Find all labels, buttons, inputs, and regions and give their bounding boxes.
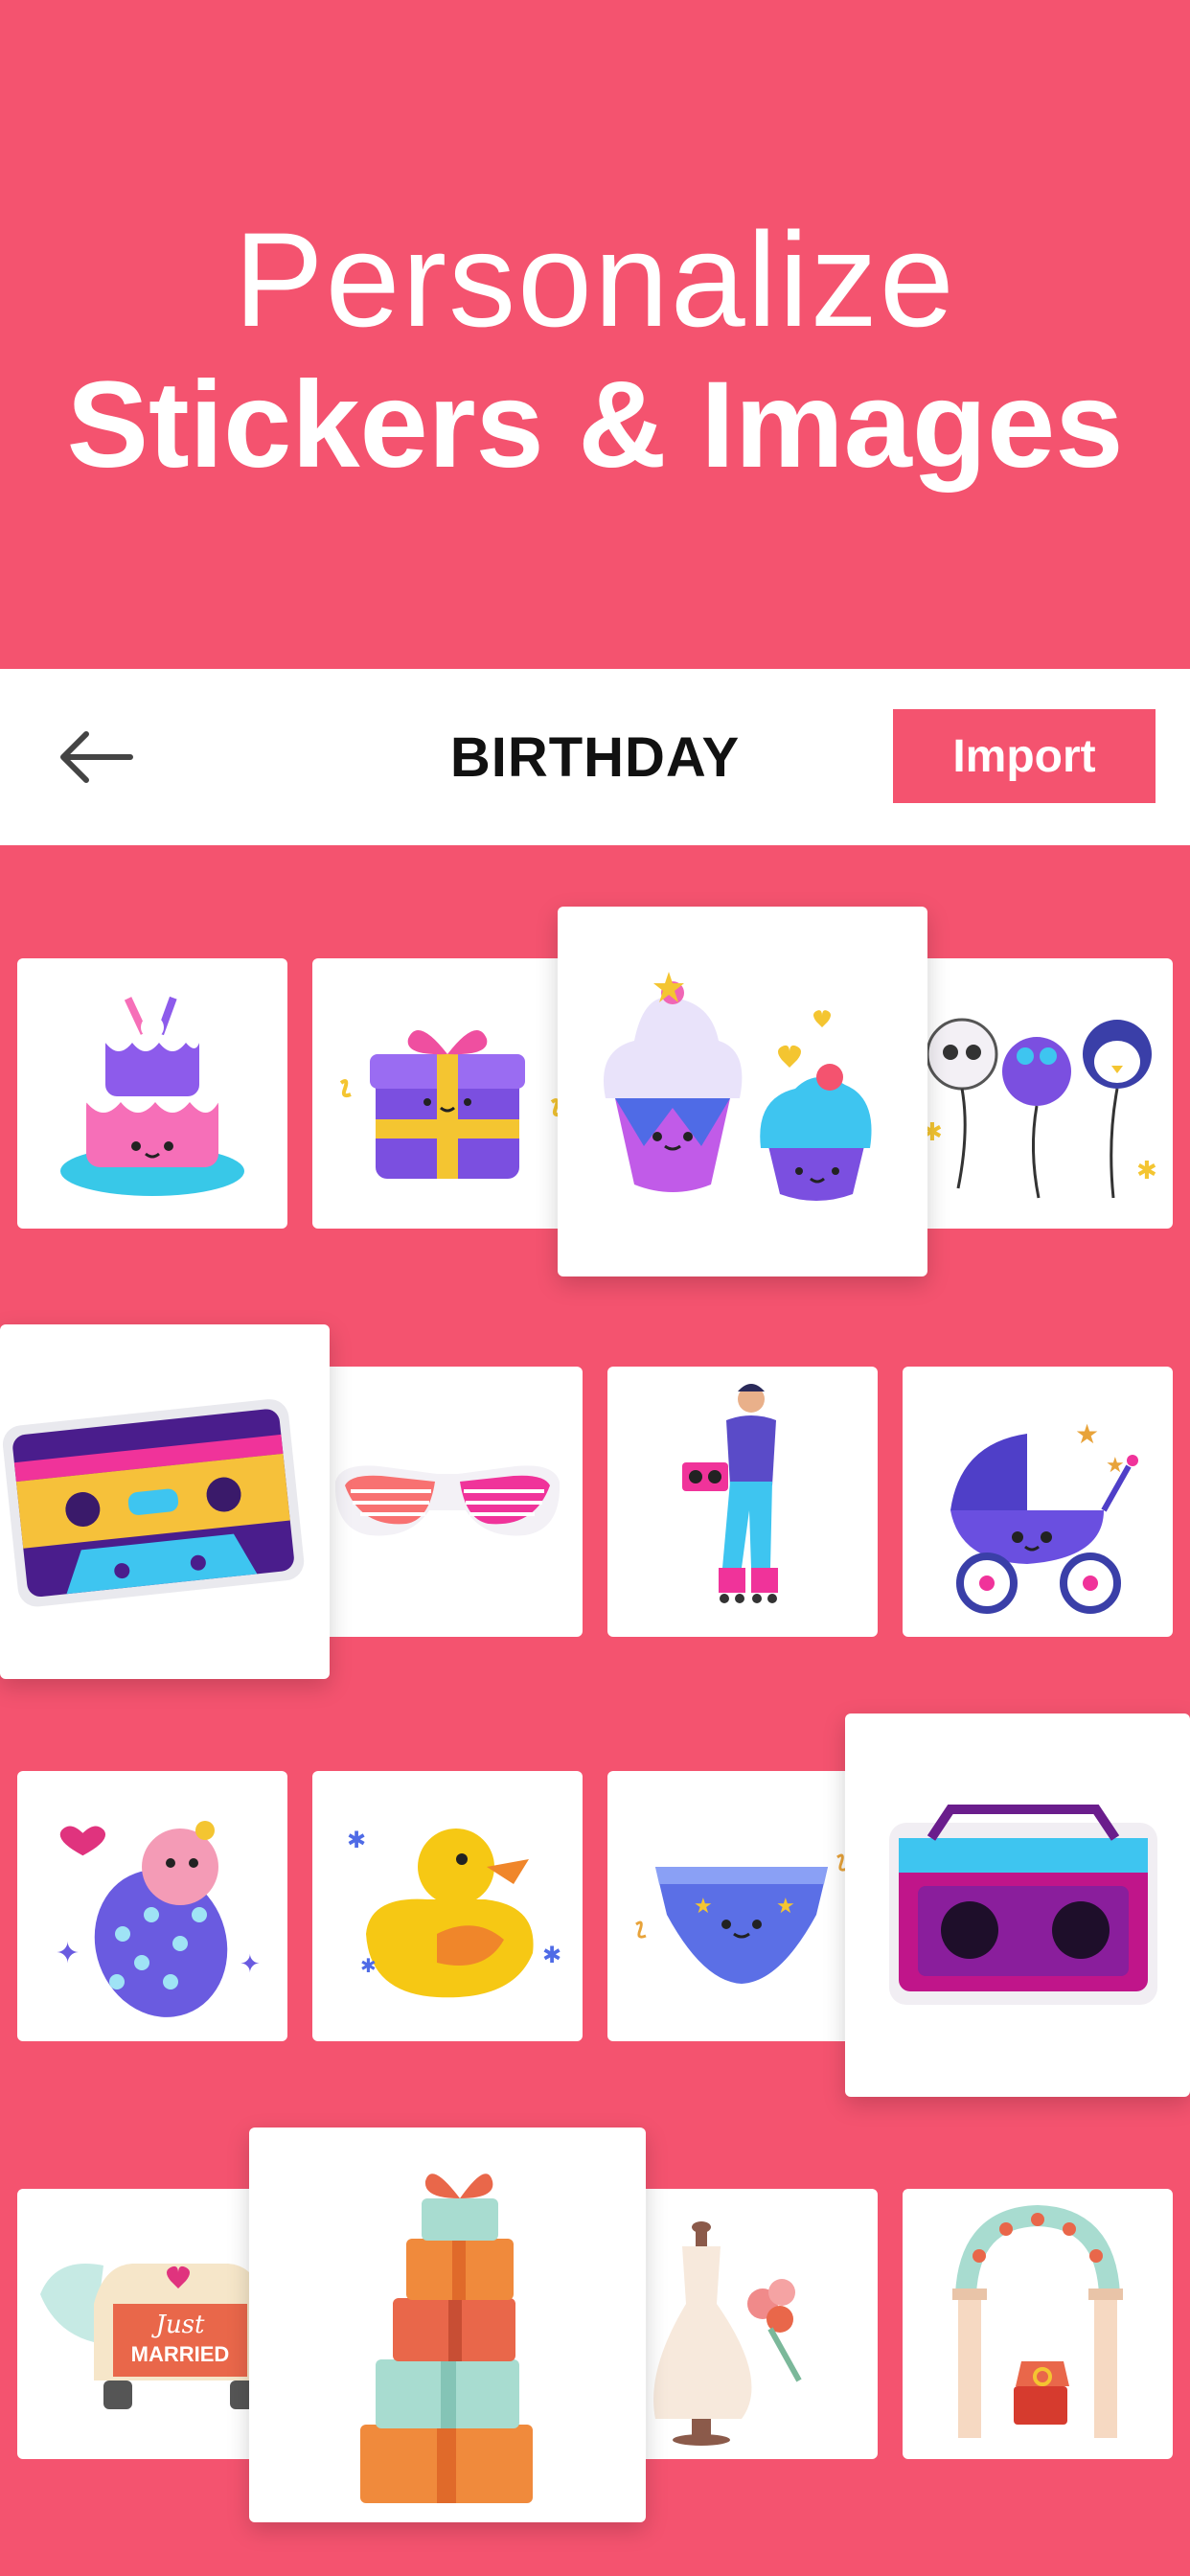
svg-text:★: ★ [1106,1454,1125,1478]
svg-text:✦: ✦ [240,1950,261,1979]
sticker-card-balloons[interactable]: ✱ ✱ [903,958,1173,1229]
sticker-card-skater[interactable] [607,1367,878,1637]
sticker-card-car[interactable]: Just MARRIED [17,2189,287,2459]
sticker-card-stroller[interactable]: ★ ★ [903,1367,1173,1637]
sticker-card-cassette[interactable] [0,1324,330,1679]
sticker-card-dress[interactable] [636,2189,878,2459]
presents-sticker-icon [360,2174,533,2503]
svg-text:★: ★ [776,1895,795,1919]
arrow-left-icon [60,731,133,783]
back-button[interactable] [56,719,136,795]
cupcake-sticker-icon [604,972,872,1201]
sticker-card-gift[interactable] [312,958,583,1229]
cake-sticker-icon [60,996,244,1196]
sticker-card-diaper[interactable]: ★ ★ [607,1771,878,2041]
baby-sticker-icon: ✦ ✦ [56,1821,261,2017]
sticker-card-cake[interactable] [17,958,287,1229]
boombox-sticker-icon [889,1805,1157,2005]
glasses-sticker-icon [334,1465,561,1536]
sticker-card-baby[interactable]: ✦ ✦ [17,1771,287,2041]
gift-sticker-icon [339,1030,562,1179]
duck-sticker-icon: ✱ ✱ ✱ [347,1827,561,1998]
dress-sticker-icon [653,2221,802,2446]
sticker-card-arch[interactable] [903,2189,1173,2459]
svg-text:✦: ✦ [56,1937,80,1970]
balloons-sticker-icon: ✱ ✱ [922,1018,1157,1199]
sticker-card-boombox[interactable] [845,1714,1190,2097]
car-married-text: MARRIED [131,2342,230,2366]
svg-text:✱: ✱ [542,1942,561,1968]
top-bar: BIRTHDAY Import [0,669,1190,845]
diaper-sticker-icon: ★ ★ [635,1853,848,1984]
hero-title-line1: Personalize [234,204,956,355]
hero-banner: Personalize Stickers & Images [0,0,1190,669]
stroller-sticker-icon: ★ ★ [950,1418,1138,1614]
sticker-card-presents[interactable] [249,2128,646,2522]
svg-text:★: ★ [694,1895,713,1919]
svg-text:✱: ✱ [1136,1157,1157,1185]
svg-text:★: ★ [1075,1418,1099,1450]
svg-text:✱: ✱ [360,1954,377,1977]
sticker-card-cupcakes[interactable] [558,907,927,1276]
car-sticker-icon: Just MARRIED [40,2264,264,2409]
import-button[interactable]: Import [893,709,1156,803]
hero-title-line2: Stickers & Images [66,356,1124,494]
arch-sticker-icon [952,2204,1123,2438]
sticker-card-duck[interactable]: ✱ ✱ ✱ [312,1771,583,2041]
svg-text:✱: ✱ [347,1827,366,1853]
skater-sticker-icon [682,1384,778,1603]
cassette-sticker-icon [2,1399,305,1607]
car-just-text: Just [151,2311,206,2339]
sticker-card-glasses[interactable] [312,1367,583,1637]
